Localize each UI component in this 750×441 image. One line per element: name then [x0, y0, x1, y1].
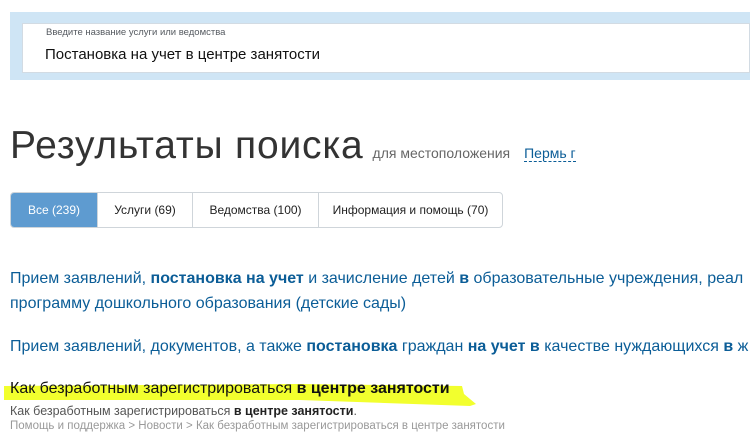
result-2-title[interactable]: Прием заявлений, документов, а также пос… — [10, 338, 748, 356]
text-part: качестве нуждающихся — [539, 338, 724, 355]
match-part: на учет — [467, 338, 526, 355]
breadcrumb-separator: > — [182, 420, 196, 432]
title-row: Результаты поиска для местоположения Пер… — [10, 124, 576, 168]
text-part: Прием заявлений, документов, а также — [10, 338, 307, 355]
match-part: постановка на учет — [150, 270, 304, 287]
text-part: образовательные учреждения, реал — [469, 270, 744, 287]
text-part: и зачисление детей — [303, 270, 460, 287]
result-3-title[interactable]: Как безработным зарегистрироваться в цен… — [10, 380, 450, 398]
breadcrumb-news[interactable]: Новости — [138, 420, 183, 432]
tab-info-help[interactable]: Информация и помощь (70) — [318, 193, 502, 227]
match-part: в — [459, 270, 470, 287]
match-part: в — [723, 338, 734, 355]
result-3-snippet: Как безработным зарегистрироваться в цен… — [10, 404, 357, 418]
location-prefix: для местоположения — [372, 145, 511, 161]
text-part: Как безработным зарегистрироваться — [10, 380, 297, 397]
page-title: Результаты поиска — [10, 124, 364, 167]
location-link[interactable]: Пермь г — [524, 145, 576, 162]
search-hint: Введите название услуги или ведомства — [46, 27, 226, 38]
search-box[interactable]: Введите название услуги или ведомства — [22, 23, 750, 73]
tab-departments[interactable]: Ведомства (100) — [192, 193, 318, 227]
match-part: в центре занятости — [233, 404, 354, 418]
result-1-title-line1[interactable]: Прием заявлений, постановка на учет и за… — [10, 270, 743, 288]
result-1-title-line2[interactable]: программу дошкольного образования (детск… — [10, 295, 406, 313]
text-part: Как безработным зарегистрироваться — [10, 404, 234, 418]
breadcrumb-article[interactable]: Как безработным зарегистрироваться в цен… — [196, 420, 505, 432]
search-panel: Введите название услуги или ведомства — [10, 12, 750, 80]
match-part: в — [529, 338, 540, 355]
result-tabs: Все (239) Услуги (69) Ведомства (100) Ин… — [10, 192, 503, 228]
text-part: Прием заявлений, — [10, 270, 151, 287]
breadcrumb-separator: > — [125, 420, 139, 432]
text-part: граждан — [397, 338, 468, 355]
tab-services[interactable]: Услуги (69) — [97, 193, 192, 227]
breadcrumb-help[interactable]: Помощь и поддержка — [10, 420, 125, 432]
text-part: ж — [733, 338, 749, 355]
search-input[interactable] — [45, 44, 725, 64]
match-part: постановка — [306, 338, 398, 355]
tab-all[interactable]: Все (239) — [11, 193, 97, 227]
match-part: в центре занятости — [296, 380, 450, 397]
result-3-breadcrumb: Помощь и поддержка > Новости > Как безра… — [10, 420, 505, 432]
text-part: . — [353, 404, 357, 418]
